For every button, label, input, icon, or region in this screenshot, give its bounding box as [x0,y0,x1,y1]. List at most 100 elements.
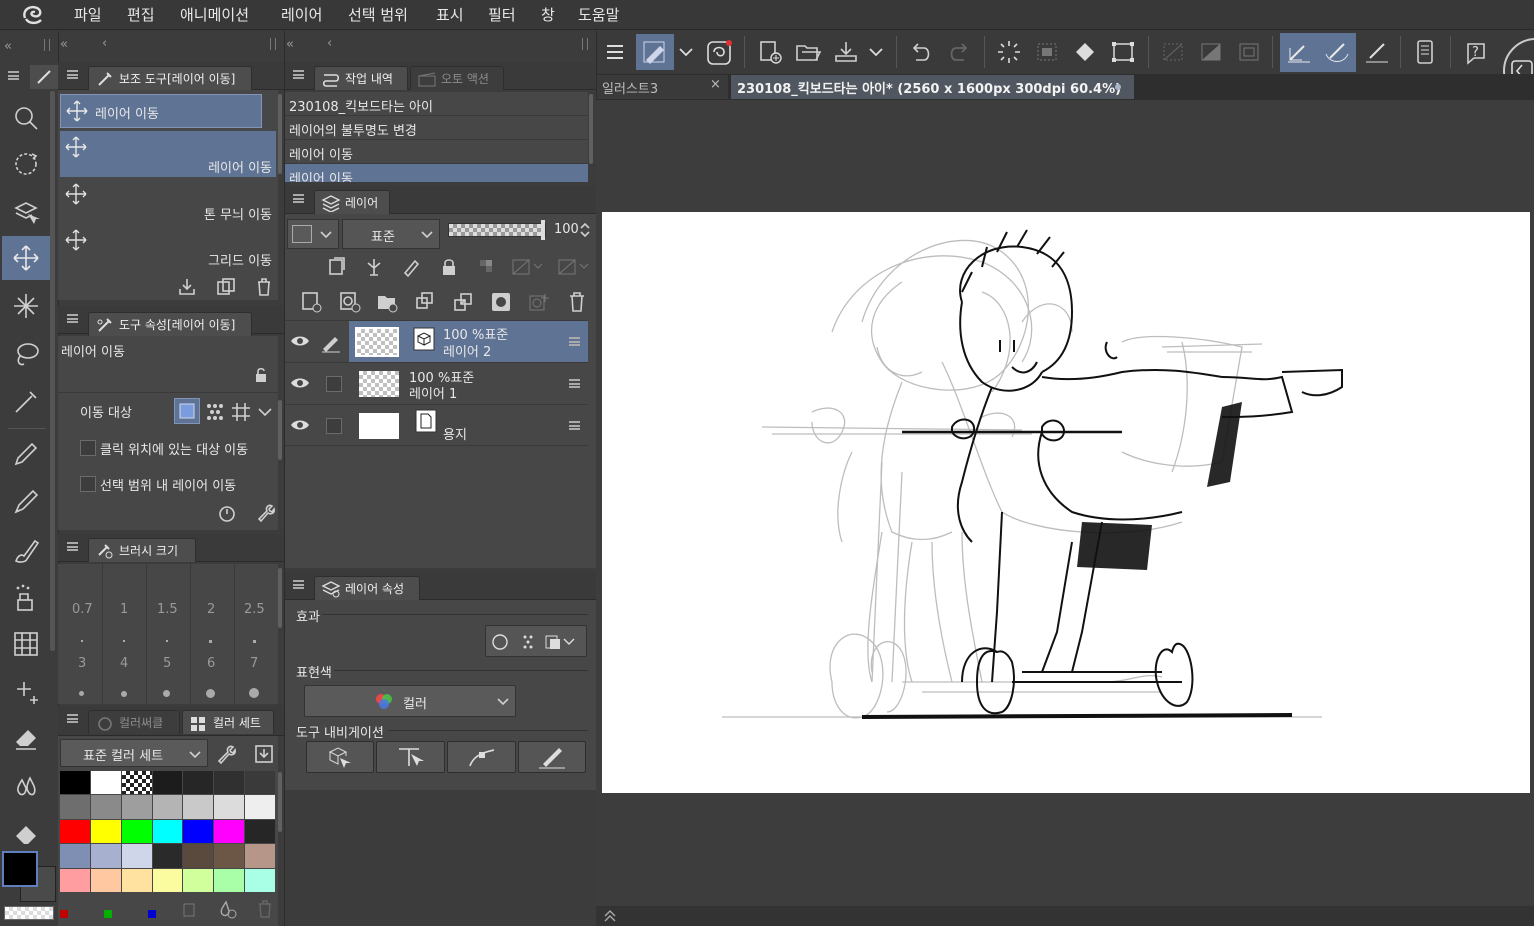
airbrush-tool-icon[interactable] [4,576,48,620]
menu-selection[interactable]: 선택 범위 [348,4,408,25]
mask-enable-icon[interactable] [510,256,546,278]
color-swatch[interactable] [90,795,121,819]
object-select-tool-icon[interactable] [4,190,48,234]
color-swatch[interactable] [214,819,245,844]
auto-select-tool-icon[interactable] [4,284,48,328]
new-folder-icon[interactable] [375,290,399,314]
chevron-down-icon[interactable] [255,400,275,424]
color-swatch[interactable] [121,868,152,892]
expression-color-select[interactable]: 컬러 [304,685,516,717]
wrench-icon[interactable] [254,502,276,524]
pen-tool-icon[interactable] [4,432,48,476]
pen-edit-icon[interactable] [319,331,343,353]
brush-size-menu-icon[interactable] [67,542,78,551]
nav-ruler-button[interactable] [376,741,445,773]
history-scrollbar[interactable] [589,94,593,164]
tab-tool-property[interactable]: 도구 속성[레이어 이동] [88,312,252,336]
menu-view[interactable]: 표시 [436,4,464,25]
brush-size-option[interactable]: 5 [163,656,171,671]
color-swatch[interactable] [183,844,214,868]
brush-size-option[interactable]: 3 [78,656,86,671]
fill-tool-icon[interactable] [4,814,48,844]
color-swatch[interactable] [245,771,275,795]
move-target-grid-icon[interactable] [229,400,253,424]
layer-row[interactable]: 100 %표준 레이어 2 [285,320,588,363]
menu-help[interactable]: 도움말 [578,4,619,25]
color-swatch[interactable] [152,868,183,892]
menu-edit[interactable]: 편집 [127,4,155,25]
menu-window[interactable]: 창 [541,4,555,25]
color-swatch[interactable] [245,844,275,868]
companion-icon[interactable] [704,38,734,66]
color-swatch[interactable] [121,771,152,795]
move-target-tone-icon[interactable] [203,400,227,424]
tab-color-wheel[interactable]: 컬러써클 [88,710,180,734]
hamburger-menu-icon[interactable] [604,41,626,63]
color-swatch[interactable] [214,795,245,819]
color-swatch[interactable] [60,844,90,868]
brush-size-option[interactable]: 4 [120,656,128,671]
transparent-color-swatch[interactable] [4,906,54,920]
color-swatch[interactable] [214,844,245,868]
color-swatch[interactable] [183,795,214,819]
click-position-checkbox[interactable] [80,440,96,456]
color-menu-icon[interactable] [67,714,78,723]
move-target-layer-icon[interactable] [174,398,200,424]
color-swatch[interactable] [245,868,275,892]
chevron-down-icon[interactable] [866,41,886,63]
blend-tool-icon[interactable] [4,764,48,808]
selection-move-checkbox[interactable] [80,476,96,492]
drawing-canvas[interactable] [602,212,1530,793]
menu-layer[interactable]: 레이어 [281,4,322,25]
transfer-lower-icon[interactable] [413,290,437,314]
tool-menu-icon[interactable] [8,71,19,80]
layer-row-menu-icon[interactable] [569,379,580,388]
invert-selection-icon[interactable] [1032,38,1062,66]
merge-down-icon[interactable] [451,290,475,314]
reference-layer-icon[interactable] [363,256,385,278]
color-set-select[interactable]: 표준 컬러 세트 [60,739,208,767]
sub-tool-scrollbar[interactable] [278,94,282,174]
snap-to-special-ruler-icon[interactable] [1322,38,1352,66]
rotate-view-tool-icon[interactable] [4,142,48,186]
brush-size-option[interactable]: 1.5 [157,602,178,617]
tool-property-scrollbar[interactable] [278,400,282,460]
create-mask-icon[interactable] [489,290,513,314]
add-color-icon[interactable] [216,898,238,920]
color-swatch[interactable] [152,795,183,819]
color-swatch[interactable] [60,795,90,819]
blend-mode-select[interactable]: 표준 [342,219,440,249]
opacity-stepper-icon[interactable] [579,222,591,238]
toolbar-scrollbar[interactable] [50,91,55,651]
brush-size-option[interactable]: 1 [120,602,128,617]
import-icon[interactable] [176,276,198,298]
expand-up-icon[interactable] [602,908,618,924]
sub-tool-item-move-layer-top[interactable]: 레이어 이동 [60,94,262,128]
delete-color-icon[interactable] [254,898,276,920]
brush-tool-icon[interactable] [4,528,48,572]
color-swatch[interactable] [214,771,245,795]
opacity-slider[interactable] [448,220,546,240]
layer-row-menu-icon[interactable] [569,337,580,346]
reset-icon[interactable] [216,502,238,524]
color-swatch[interactable] [183,868,214,892]
apply-mask-icon[interactable] [527,290,551,314]
tab-layer[interactable]: 레이어 [314,190,390,214]
copy-color-icon[interactable] [180,900,200,920]
history-item[interactable]: 230108_킥보드타는 아이 [285,92,588,116]
menu-file[interactable]: 파일 [74,4,102,25]
lock-transparency-icon[interactable] [476,256,498,278]
eye-icon[interactable] [289,375,311,391]
panel-grip-icon[interactable] [582,38,588,50]
menu-filter[interactable]: 필터 [488,4,516,25]
color-swatch[interactable] [183,819,214,844]
effect-tool-icon[interactable] [4,670,48,714]
layer-row-menu-icon[interactable] [569,421,580,430]
history-item[interactable]: 레이어의 불투명도 변경 [285,116,588,140]
color-swatch[interactable] [214,868,245,892]
nav-object-button[interactable] [306,741,374,773]
nav-vector-button[interactable] [447,741,516,773]
new-file-icon[interactable] [756,38,784,66]
brush-size-option[interactable]: 2.5 [244,602,265,617]
brush-size-option[interactable]: 6 [207,656,215,671]
